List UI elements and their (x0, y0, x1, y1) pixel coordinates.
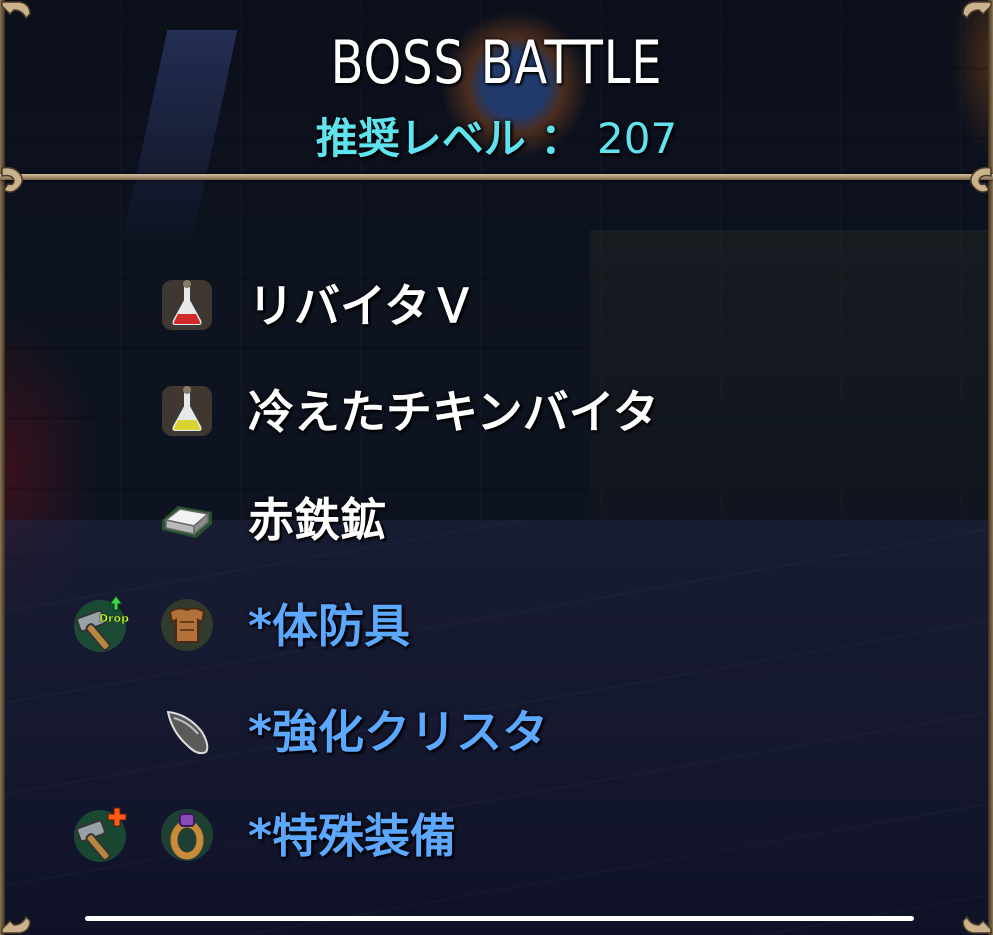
crystal-shard-icon (166, 710, 209, 755)
yellow-potion-flask-icon (162, 386, 212, 436)
iron-ingot-icon (162, 506, 212, 538)
corner-ornament-icon (962, 1, 992, 20)
corner-ornament-icon (962, 915, 992, 934)
divider-ornament-left-icon (1, 166, 23, 193)
body-armor-icon (161, 599, 213, 651)
boss-battle-title: BOSS BATTLE (330, 28, 663, 98)
recommended-level: 推奨レベル ： 207 (0, 105, 993, 166)
reward-item-row[interactable]: リバイタＶ (0, 270, 993, 340)
reward-item-label: *特殊装備 (248, 809, 457, 863)
drop-badge-text: Drop (99, 612, 129, 625)
ring-icon (161, 809, 213, 861)
red-potion-flask-icon (162, 280, 212, 330)
reward-item-row[interactable]: 赤鉄鉱 (0, 484, 993, 554)
corner-ornament-icon (1, 915, 31, 934)
corner-ornament-icon (1, 1, 31, 20)
reward-item-row[interactable]: *強化クリスタ (0, 696, 993, 766)
reward-item-row[interactable]: Drop *体防具 (0, 590, 993, 660)
reward-item-row[interactable]: 冷えたチキンバイタ (0, 376, 993, 446)
reward-item-label: 赤鉄鉱 (248, 493, 386, 547)
boss-battle-screen: BOSS BATTLE 推奨レベル ： 207 リバイタＶ 冷えたチキンバイタ (0, 0, 993, 935)
reward-item-label: 冷えたチキンバイタ (248, 385, 659, 439)
reward-item-row[interactable]: *特殊装備 (0, 800, 993, 870)
reward-item-label: *体防具 (248, 599, 411, 653)
reward-item-label: リバイタＶ (248, 279, 477, 333)
header-divider (0, 174, 993, 180)
drop-up-hammer-icon: Drop (74, 595, 129, 652)
plus-hammer-icon (74, 807, 127, 862)
recommended-level-value: 207 (597, 114, 678, 163)
home-indicator[interactable] (85, 916, 914, 921)
divider-ornament-right-icon (970, 166, 992, 193)
recommended-level-label: 推奨レベル ： (315, 114, 583, 163)
reward-item-label: *強化クリスタ (248, 705, 549, 759)
